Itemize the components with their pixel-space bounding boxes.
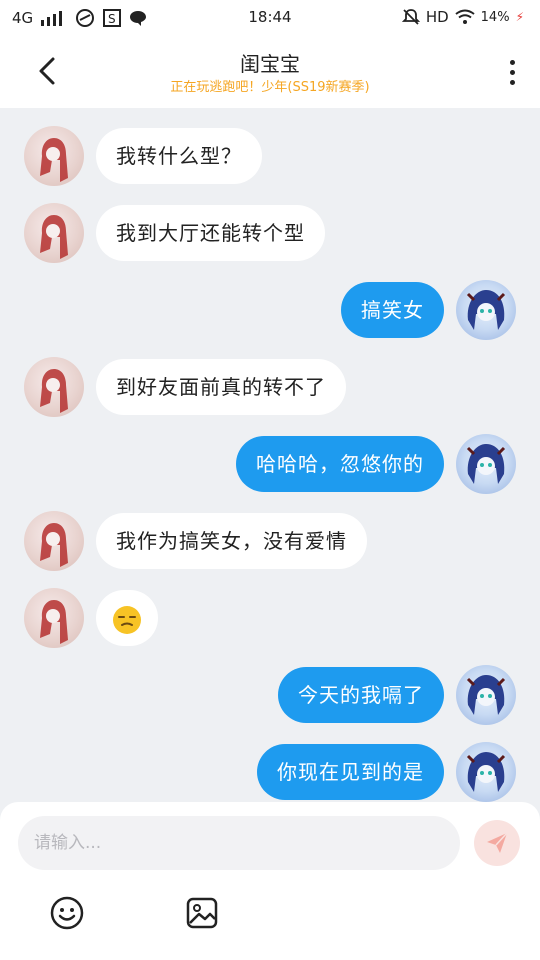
- contact-avatar[interactable]: [24, 588, 84, 648]
- image-icon: [186, 897, 218, 929]
- contact-avatar[interactable]: [24, 126, 84, 186]
- send-icon: [487, 832, 508, 853]
- contact-avatar[interactable]: [24, 511, 84, 571]
- my-avatar[interactable]: [456, 665, 516, 725]
- message-bubble[interactable]: 你现在见到的是: [257, 744, 444, 800]
- message-row: 我到大厅还能转个型: [0, 203, 540, 265]
- contact-status: 正在玩逃跑吧！少年(SS19新赛季): [170, 80, 370, 95]
- contact-avatar[interactable]: [24, 357, 84, 417]
- message-input[interactable]: 请输入...: [18, 816, 460, 870]
- image-button[interactable]: [183, 894, 221, 932]
- message-row: 今天的我嗝了: [0, 665, 540, 727]
- more-vertical-icon: [509, 59, 515, 65]
- my-avatar[interactable]: [456, 434, 516, 494]
- message-list[interactable]: 我转什么型？ 我到大厅还能转个型 搞笑女 到好友面前真的转不了 哈哈哈，忽悠你的…: [0, 108, 540, 808]
- contact-avatar[interactable]: [24, 203, 84, 263]
- message-row: 我转什么型？: [0, 126, 540, 188]
- message-bubble[interactable]: 到好友面前真的转不了: [96, 359, 346, 415]
- message-bubble[interactable]: 我作为搞笑女，没有爱情: [96, 513, 367, 569]
- send-button[interactable]: [474, 820, 520, 866]
- message-row: 搞笑女: [0, 280, 540, 342]
- battery-percent: 14%: [480, 9, 510, 25]
- hd-indicator: HD: [425, 8, 449, 26]
- message-bubble[interactable]: 我转什么型？: [96, 128, 262, 184]
- message-bubble[interactable]: 哈哈哈，忽悠你的: [236, 436, 444, 492]
- more-options-button[interactable]: [504, 54, 520, 90]
- message-bubble[interactable]: 今天的我嗝了: [278, 667, 444, 723]
- message-row: 哈哈哈，忽悠你的: [0, 434, 540, 496]
- chat-header: 闺宝宝 正在玩逃跑吧！少年(SS19新赛季): [0, 36, 540, 108]
- status-bar: 4G S 18:44 HD 14% ⚡: [0, 0, 540, 36]
- mute-icon: [401, 9, 420, 25]
- battery-charging-icon: ⚡: [515, 10, 524, 24]
- my-avatar[interactable]: [456, 742, 516, 802]
- message-row: [0, 588, 540, 650]
- unamused-face-emoji-icon: [113, 605, 141, 634]
- wifi-icon: [455, 9, 475, 24]
- message-row: 到好友面前真的转不了: [0, 357, 540, 419]
- message-bubble[interactable]: 搞笑女: [341, 282, 444, 338]
- status-right: HD 14% ⚡: [401, 8, 524, 26]
- message-bubble[interactable]: [96, 590, 158, 646]
- smiley-icon: [50, 896, 84, 930]
- contact-name: 闺宝宝: [240, 52, 300, 76]
- message-row: 我作为搞笑女，没有爱情: [0, 511, 540, 573]
- my-avatar[interactable]: [456, 280, 516, 340]
- message-bubble[interactable]: 我到大厅还能转个型: [96, 205, 325, 261]
- emoji-button[interactable]: [48, 894, 86, 932]
- message-row: 你现在见到的是: [0, 742, 540, 804]
- composer-panel: 请输入...: [0, 802, 540, 960]
